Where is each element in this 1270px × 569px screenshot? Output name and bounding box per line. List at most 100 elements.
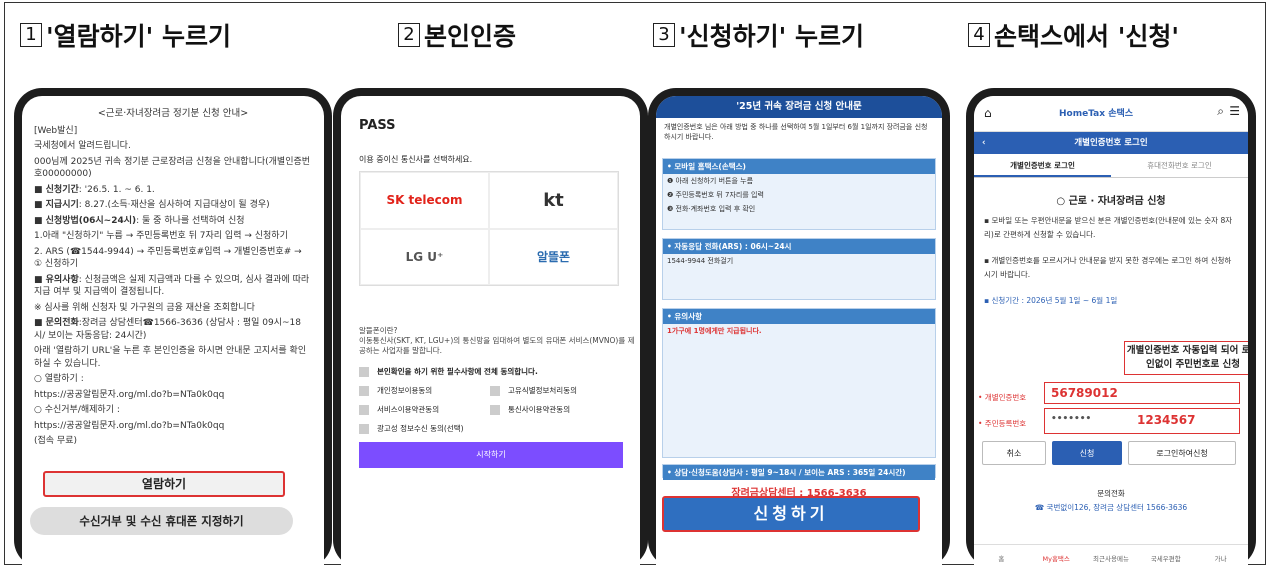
section-header: • 모바일 홈택스(손택스) [663,159,935,174]
sms-title: <근로·자녀장려금 정기분 신청 안내> [97,108,249,119]
checkbox[interactable] [359,404,369,415]
ars-section: • 자동응답 전화(ARS) : 06시~24시 1544-9944 전화걸기 [662,238,936,300]
method-line: ■ 신청방법(06시~24시): 둘 중 하나를 선택하여 신청 [34,215,312,228]
step-4-header: 4 손택스에서 '신청' [968,14,1179,56]
rrn-front-field[interactable]: ••••••• [1051,414,1091,424]
info-text: ▪ 모바일 또는 우편안내문을 받으신 분은 개별인증번호(안내문에 있는 숫자… [984,216,1233,239]
pay-line: ■ 지급시기: 8.27.(소득·재산을 심사하여 지급대상이 될 경우) [34,199,312,212]
section-line: ❷ 주민등록번호 뒤 7자리를 입력 [667,191,764,199]
view-url-link[interactable]: https://공공알림문자.org/ml.do?b=NTa0k0qq [34,389,312,402]
carrier-prompt: 이용 중이신 통신사를 선택하세요. [359,155,473,164]
checkbox[interactable] [359,385,369,396]
inquiry-phone: ☎ 국번없이126, 장려금 상담센터 1566-3636 [1034,503,1188,512]
back-icon[interactable]: ‹ [982,132,986,154]
section-header: • 상담·신청도움(상담사 : 평일 9~18시 / 보이는 ARS : 365… [663,465,935,480]
nav-myhometax[interactable]: My홈택스 [1029,545,1084,568]
agree-item[interactable]: 통신사이용약관동의 [490,404,621,415]
view-label: ○ 열람하기 : [34,374,84,384]
carrier-lgu[interactable]: LG U⁺ [360,228,489,285]
auth-label: • 개별인증번호 [978,393,1027,402]
carrier-mvno[interactable]: 알뜰폰 [489,228,618,285]
agree-item[interactable]: 개인정보이용동의 [359,385,490,396]
step-title: '신청하기' 누르기 [679,22,865,51]
sontax-logo: HomeTax 손택스 [1059,109,1134,119]
checkbox[interactable] [490,385,500,396]
pass-screen: PASS 이용 중이신 통신사를 선택하세요. SK telecom kt LG… [341,96,640,568]
agree-item[interactable]: 고유식별정보처리동의 [490,385,621,396]
view-button[interactable]: 열람하기 [43,471,285,497]
guide-text: 아래 '열람하기 URL'을 누른 후 본인인증을 하시면 안내문 고지서를 확… [34,346,307,369]
nav-recent[interactable]: 최근사용메뉴 [1084,545,1139,568]
sontax-topbar: ⌂ HomeTax 손택스 ⌕ ☰ [974,96,1248,132]
notice-intro: 개별인증번호 님은 아래 방법 중 하나를 선택하여 5월 1일부터 6월 1일… [664,123,928,141]
login-fields: • 개별인증번호 56789012 • 주민등록번호 ••••••• 12345… [974,378,1248,436]
step-title: '열람하기' 누르기 [46,22,232,51]
period-value: : '26.5. 1. ~ 6. 1. [78,184,155,195]
section-line: 1544-9944 전화걸기 [667,257,734,265]
reject-label: ○ 수신거부/해제하기 : [34,405,120,415]
agree-label: 개인정보이용동의 [377,386,433,395]
agree-all[interactable]: 본인확인을 하기 위한 필수사항에 전체 동의합니다. [359,366,621,377]
auth-number-field[interactable]: 56789012 [1044,382,1240,404]
checkbox[interactable] [359,366,369,377]
pass-logo: PASS [359,118,396,133]
phone-pass: PASS 이용 중이신 통신사를 선택하세요. SK telecom kt LG… [333,88,648,568]
agreements: 본인확인을 하기 위한 필수사항에 전체 동의합니다. 개인정보이용동의 고유식… [359,366,621,434]
consult-section: • 상담·신청도움(상담사 : 평일 9~18시 / 보이는 ARS : 365… [662,464,936,480]
apply-button[interactable]: 신청하기 [662,496,920,532]
pay-value: : 8.27.(소득·재산을 심사하여 지급대상이 될 경우) [78,200,270,210]
sms-line: 국세청에서 알려드립니다. [34,141,131,151]
search-icon[interactable]: ⌕ [1217,104,1224,119]
phone-notice: '25년 귀속 장려금 신청 안내문 개별인증번호 님은 아래 방법 중 하나를… [648,88,950,568]
reject-url-link[interactable]: https://공공알림문자.org/ml.do?b=NTa0k0qq [34,420,312,433]
cancel-button[interactable]: 취소 [982,441,1046,465]
carrier-grid: SK telecom kt LG U⁺ 알뜰폰 [359,171,619,286]
callout-box: 개별인증번호 자동입력 되어 로그인없이 주민번호로 신청 [1124,341,1248,375]
step-number: 4 [968,23,990,47]
inquiry-title: 문의전화 [1097,489,1125,498]
agree-label: 고유식별정보처리동의 [508,386,577,395]
checkbox[interactable] [359,423,369,434]
start-button[interactable]: 시작하기 [359,442,623,468]
agree-item[interactable]: 서비스이용약관동의 [359,404,490,415]
section-line: ❸ 전화·계좌번호 입력 후 확인 [667,205,756,213]
period-label: ■ 신청기간 [34,184,79,195]
agree-item[interactable]: 광고성 정보수신 동의(선택) [359,423,490,434]
method-2: 2. ARS (☎1544-9944) → 주민등록번호#입력 → 개별인증번호… [34,246,302,270]
tab-phone-login[interactable]: 휴대전화번호 로그인 [1111,154,1248,177]
info-text: ▪ 개별인증번호를 모르시거나 안내문을 받지 못한 경우에는 로그인 하여 신… [984,256,1232,279]
home-icon[interactable]: ⌂ [984,106,992,120]
step-number: 2 [398,23,420,47]
mvno-title: 알뜰폰이란? [359,326,398,335]
agree-list: 개인정보이용동의 고유식별정보처리동의 서비스이용약관동의 통신사이용약관동의 … [359,385,621,434]
nav-mailbox[interactable]: 국세우편함 [1138,545,1193,568]
tab-auth-login[interactable]: 개별인증번호 로그인 [974,154,1111,177]
agree-all-label: 본인확인을 하기 위한 필수사항에 전체 동의합니다. [377,367,538,376]
note-line: ■ 유의사항: 신청금액은 실제 지급액과 다를 수 있으며, 심사 결과에 따… [34,274,312,299]
reject-button[interactable]: 수신거부 및 수신 휴대폰 지정하기 [30,507,293,535]
apply-title: ○ 근로 · 자녀장려금 신청 [1056,196,1166,207]
apply-submit-button[interactable]: 신청 [1052,441,1122,465]
sms-screen: <근로·자녀장려금 정기분 신청 안내> [Web발신] 국세청에서 알려드립니… [22,96,324,568]
caution-section: • 유의사항 1가구에 1명에게만 지급됩니다. [662,308,936,458]
carrier-skt[interactable]: SK telecom [360,172,489,229]
menu-icon[interactable]: ☰ [1229,104,1240,118]
bottom-nav: 홈 My홈택스 최근사용메뉴 국세우편함 가나 [974,544,1248,568]
step-number: 1 [20,23,42,47]
nav-font[interactable]: 가나 [1193,545,1248,568]
agree-label: 통신사이용약관동의 [508,405,571,414]
method-label: ■ 신청방법(06시~24시) [34,215,137,226]
rrn-field-group: ••••••• 1234567 [1044,408,1240,434]
method-1: 1.아래 "신청하기" 누름 → 주민등록번호 뒤 7자리 입력 → 신청하기 [34,231,288,241]
login-bar-title: 개별인증번호 로그인 [1074,138,1148,148]
login-apply-button[interactable]: 로그인하여신청 [1128,441,1236,465]
nav-home[interactable]: 홈 [974,545,1029,568]
checkbox[interactable] [490,404,500,415]
section-line: 1가구에 1명에게만 지급됩니다. [667,327,762,335]
free-note: (접속 무료) [34,436,78,446]
phone-sms: <근로·자녀장려금 정기분 신청 안내> [Web발신] 국세청에서 알려드립니… [14,88,332,568]
note-2: ※ 심사를 위해 신청자 및 가구원의 금융 재산을 조회합니다 [34,302,255,313]
rrn-back-field[interactable]: 1234567 [1137,413,1195,427]
carrier-kt[interactable]: kt [489,172,618,229]
mvno-desc: 이동통신사(SKT, KT, LGU+)의 통신망을 임대하여 별도의 유대폰 … [359,336,635,355]
